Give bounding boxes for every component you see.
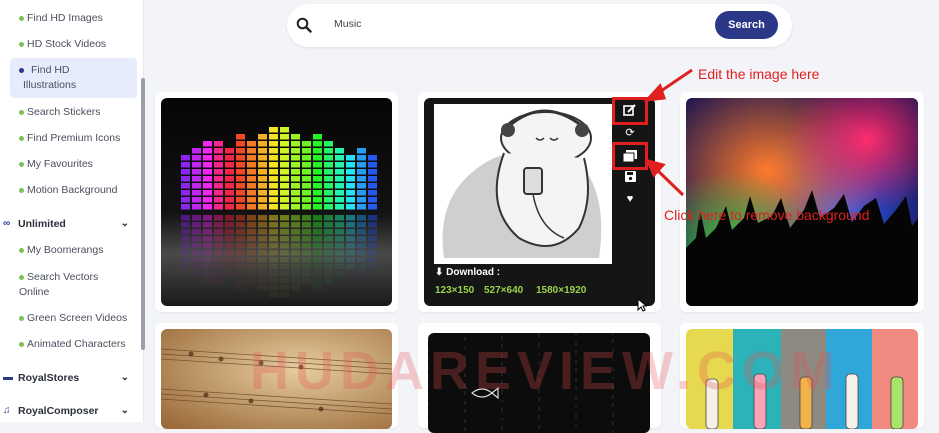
mouse-cursor-icon <box>637 298 647 312</box>
annotation-edit-text: Edit the image here <box>698 66 820 82</box>
annotation-remove-bg-text: Click here to remove background <box>664 207 870 223</box>
arrow-to-edit <box>643 68 693 102</box>
arrow-to-remove-bg <box>645 158 685 197</box>
watermark: HUDAREVIEW.COM <box>250 341 842 401</box>
